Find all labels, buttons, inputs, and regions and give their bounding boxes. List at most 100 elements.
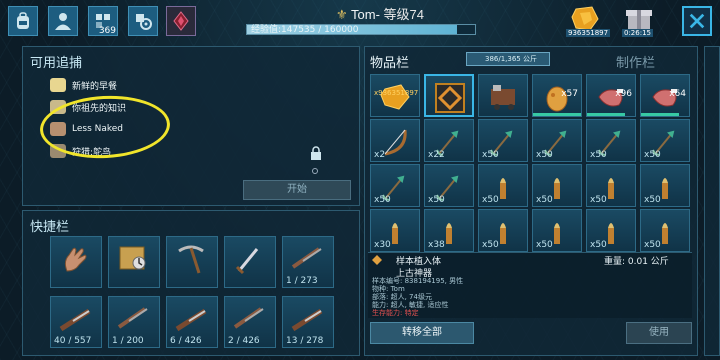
inventory-slot[interactable]: x50 [586, 209, 636, 252]
tab-crafting[interactable]: 制作栏 [616, 52, 655, 71]
lock-icon [311, 146, 321, 160]
slot-quantity: x96 [615, 89, 632, 99]
hotbar-slot[interactable]: 1 / 200 [108, 296, 160, 348]
inventory-slot[interactable]: x96 [586, 74, 636, 117]
hand-icon [64, 247, 87, 272]
inventory-slot[interactable]: x50 [532, 164, 582, 207]
inventory-slot[interactable]: x57 [532, 74, 582, 117]
tab-inventory[interactable]: 物品栏 [370, 52, 409, 71]
slot-quantity: x50 [644, 240, 661, 250]
inventory-slot[interactable]: x38 [424, 209, 474, 252]
start-button[interactable]: 开始 [243, 180, 351, 200]
amber-icon [380, 84, 410, 110]
rifle-icon [291, 247, 322, 269]
character-button[interactable] [48, 6, 78, 36]
slot-quantity: x38 [428, 240, 445, 250]
xp-text: 经验值:147535 / 160000 [251, 25, 359, 35]
hotbar-slot[interactable]: 13 / 278 [282, 296, 334, 348]
durability-bar [641, 113, 680, 116]
slot-quantity: x50 [590, 195, 607, 205]
slot-quantity: x50 [590, 240, 607, 250]
slot-quantity: 1 / 273 [286, 276, 318, 286]
inventory-slot[interactable]: x50 [478, 209, 528, 252]
inventory-slot[interactable]: x50 [370, 164, 420, 207]
close-button[interactable] [682, 6, 712, 36]
inventory-slot[interactable]: x50 [586, 119, 636, 162]
inventory-slot[interactable]: x50 [640, 164, 690, 207]
inventory-slot[interactable]: x50 [478, 119, 528, 162]
player-level: 等级74 [383, 7, 425, 22]
settings-button[interactable] [128, 6, 158, 36]
hotbar-slot[interactable] [108, 236, 160, 288]
inventory-slot[interactable] [478, 74, 528, 117]
timer: 0:26:15 [622, 29, 653, 37]
use-button[interactable]: 使用 [626, 322, 692, 344]
item-icon [50, 78, 66, 92]
inventory-slot[interactable]: x50 [478, 164, 528, 207]
map-icon [119, 246, 146, 270]
slot-quantity: x936351897 [374, 89, 419, 97]
slot-quantity: x50 [644, 195, 661, 205]
hotbar-slot[interactable] [50, 236, 102, 288]
scroll-indicator [312, 168, 318, 174]
slot-quantity: x57 [561, 89, 578, 99]
tracking-title: 可用追捕 [30, 55, 83, 70]
rifle-icon [117, 307, 148, 329]
inventory-slot[interactable]: x30 [370, 209, 420, 252]
hotbar-slot[interactable]: 40 / 557 [50, 296, 102, 348]
close-icon [689, 13, 705, 29]
tek-button[interactable] [166, 6, 196, 36]
slot-quantity: 1 / 200 [112, 336, 144, 346]
inventory-slot[interactable]: x50 [640, 119, 690, 162]
slot-quantity: 2 / 426 [228, 336, 260, 346]
inventory-slot[interactable]: x50 [586, 164, 636, 207]
transfer-all-button[interactable]: 转移全部 [370, 322, 474, 344]
backpack-button[interactable] [8, 6, 38, 36]
gear-icon [136, 14, 152, 30]
shotgun-icon [291, 308, 323, 332]
person-icon [55, 13, 71, 30]
shotgun-icon [175, 308, 207, 332]
slot-quantity: 40 / 557 [54, 336, 92, 346]
implant-button[interactable]: 369 [88, 6, 118, 36]
slot-quantity: x50 [482, 240, 499, 250]
hotbar-slot[interactable]: 2 / 426 [224, 296, 276, 348]
slot-quantity: x50 [644, 150, 661, 160]
rifle-icon [233, 307, 264, 329]
item-weight: 重量: 0.01 公斤 [604, 257, 669, 267]
xp-bar: 经验值:147535 / 160000 [246, 24, 476, 35]
slot-quantity: x50 [536, 195, 553, 205]
slot-quantity: x50 [536, 150, 553, 160]
weight-text: 386/1,365 公斤 [485, 55, 537, 63]
pickaxe-icon [178, 245, 204, 274]
slot-quantity: x30 [374, 240, 391, 250]
inventory-slot[interactable]: x936351897 [370, 74, 420, 117]
durability-bar [533, 113, 581, 116]
stat-line: 生存能力: 特定 [372, 309, 419, 317]
backpack-icon [17, 12, 29, 29]
hotbar-slot[interactable]: 6 / 426 [166, 296, 218, 348]
item-small-icon [372, 255, 382, 265]
inventory-slot[interactable] [424, 74, 474, 117]
hotbar-slot[interactable] [166, 236, 218, 288]
slot-quantity: x22 [428, 150, 445, 160]
slot-quantity: 6 / 426 [170, 336, 202, 346]
slot-quantity: 13 / 278 [286, 336, 324, 346]
inventory-slot[interactable]: x50 [640, 209, 690, 252]
slot-quantity: x2 [374, 150, 386, 160]
durability-bar [587, 113, 626, 116]
inventory-slot[interactable]: x2 [370, 119, 420, 162]
inventory-slot[interactable]: x50 [424, 164, 474, 207]
inventory-slot[interactable]: x22 [424, 119, 474, 162]
hotbar-slot[interactable] [224, 236, 276, 288]
inventory-slot[interactable]: x50 [532, 209, 582, 252]
hotbar-slot[interactable]: 1 / 273 [282, 236, 334, 288]
slot-quantity: x50 [428, 195, 445, 205]
inventory-slot[interactable]: x64 [640, 74, 690, 117]
slot-quantity: x50 [590, 150, 607, 160]
currency-value: 936351897 [566, 29, 611, 37]
inventory-slot[interactable]: x50 [532, 119, 582, 162]
sword-icon [235, 248, 259, 275]
machine-icon [491, 85, 515, 110]
tracking-item[interactable]: 新鲜的早餐 [50, 78, 117, 92]
